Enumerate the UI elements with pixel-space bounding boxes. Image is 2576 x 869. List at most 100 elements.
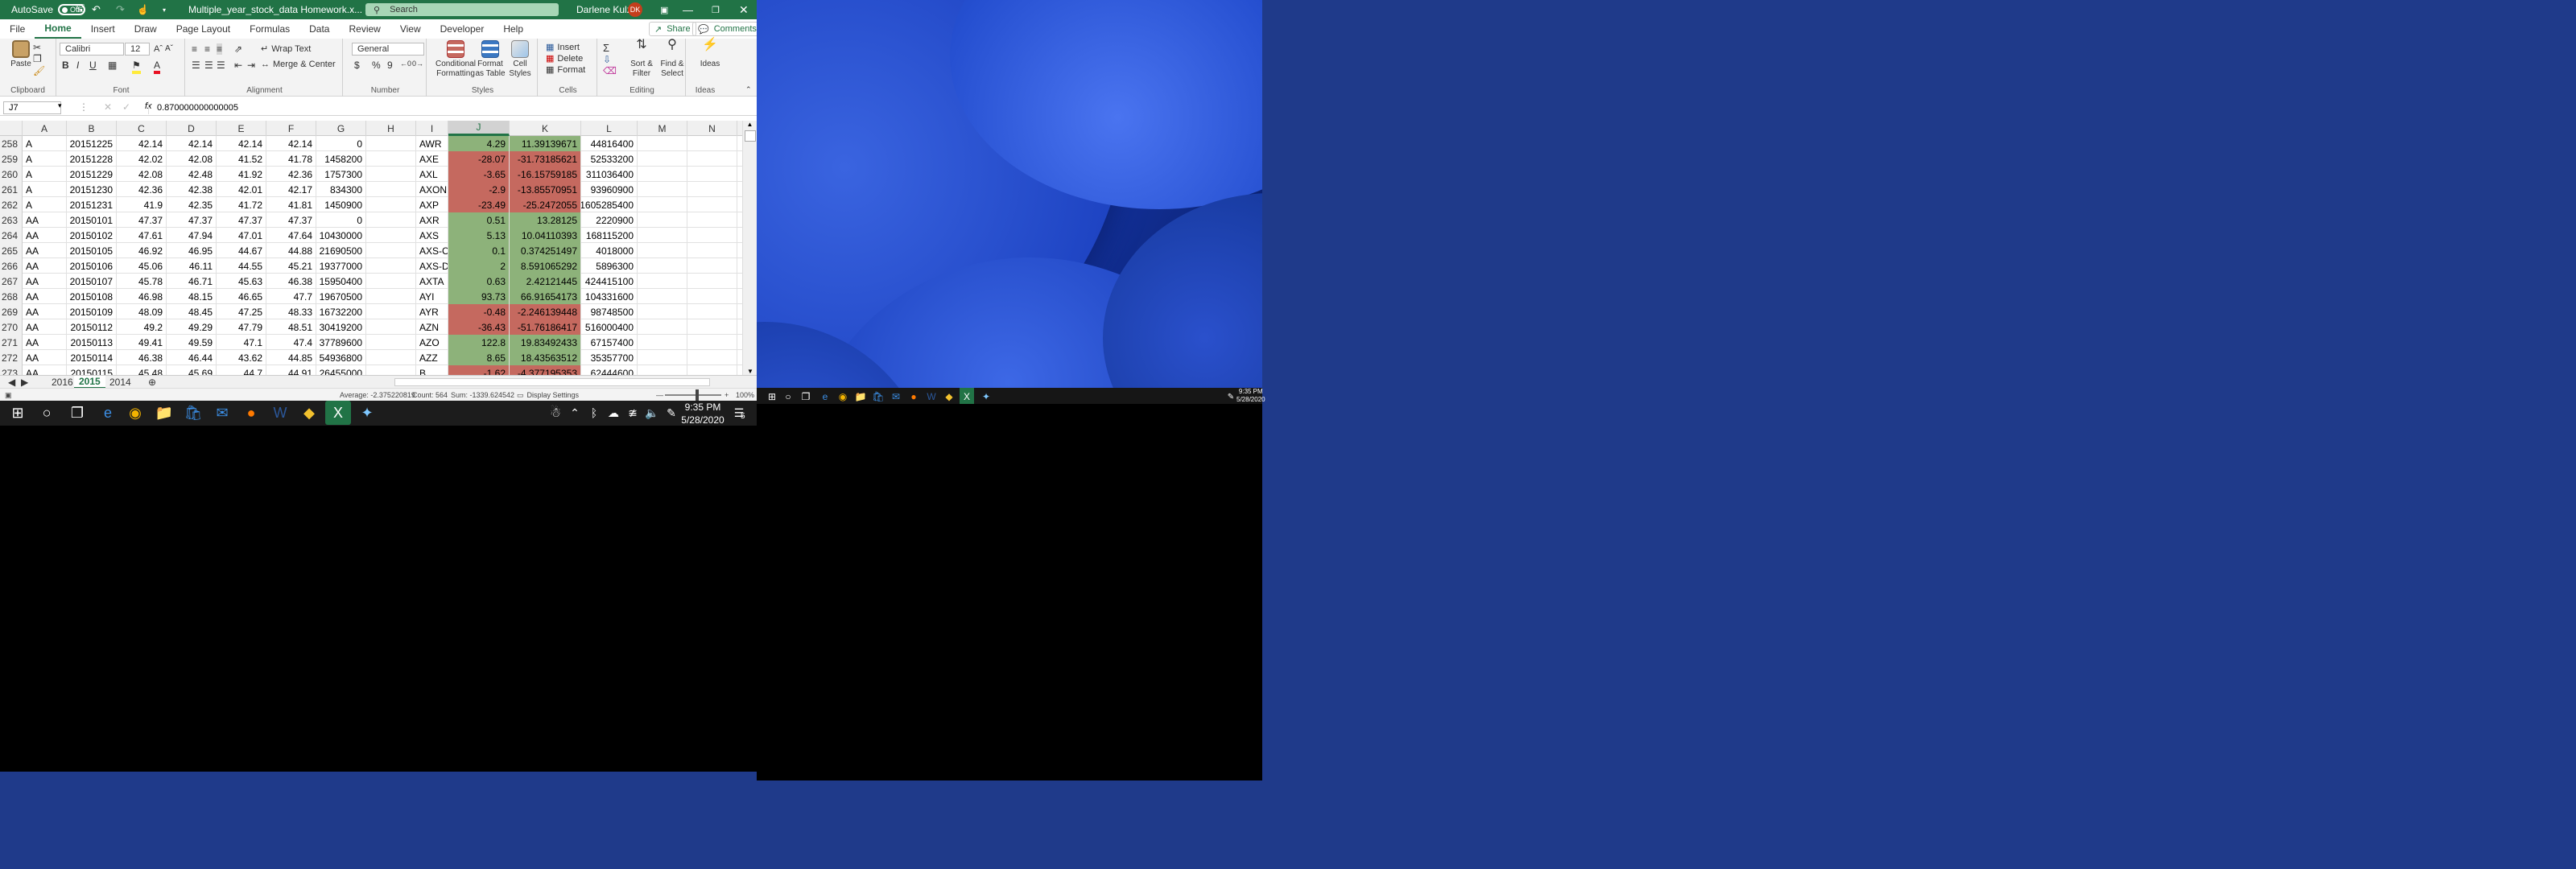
cell-j[interactable]: 122.8 [448, 335, 510, 350]
cell-d[interactable]: 46.95 [167, 243, 217, 258]
cell-d[interactable]: 48.15 [167, 289, 217, 304]
cell-i[interactable]: B [416, 365, 448, 375]
cell-i[interactable]: AXL [416, 167, 448, 182]
align-left-icon[interactable]: ☰ [192, 60, 200, 71]
column-header-h[interactable]: H [366, 121, 416, 136]
cell-b[interactable]: 20150114 [67, 350, 117, 365]
worksheet-grid[interactable]: ABCDEFGHIJKLMN 258 A 20151225 42.14 42.14 42.… [0, 121, 742, 375]
cell-k[interactable]: -16.15759185 [510, 167, 581, 182]
column-header-a[interactable]: A [23, 121, 67, 136]
cell-f[interactable]: 44.88 [266, 243, 316, 258]
cell-g[interactable]: 30419200 [316, 319, 366, 335]
increase-indent-icon[interactable]: ⇥ [247, 60, 255, 71]
cut-icon[interactable]: ✂ [33, 42, 41, 53]
cell-c[interactable]: 47.37 [117, 212, 167, 228]
decrease-indent-icon[interactable]: ⇤ [234, 60, 242, 71]
cell-h[interactable] [366, 182, 416, 197]
row-header[interactable]: 272 [0, 350, 23, 365]
cell-d[interactable]: 46.11 [167, 258, 217, 274]
cell-e[interactable]: 45.63 [217, 274, 266, 289]
cell-m[interactable] [638, 274, 687, 289]
column-header-d[interactable]: D [167, 121, 217, 136]
store-icon[interactable]: 🛍 [180, 401, 206, 425]
cell-m[interactable] [638, 228, 687, 243]
cell-n[interactable] [687, 151, 737, 167]
align-middle-icon[interactable]: ≡ [204, 43, 210, 55]
row-header[interactable]: 273 [0, 365, 23, 375]
cell-m[interactable] [638, 365, 687, 375]
cell-n[interactable] [687, 136, 737, 151]
cell-f[interactable]: 44.85 [266, 350, 316, 365]
avatar[interactable]: DK [628, 2, 642, 17]
cell-b[interactable]: 20151225 [67, 136, 117, 151]
cell-k[interactable]: 66.91654173 [510, 289, 581, 304]
vertical-scrollbar[interactable]: ▲ ▼ [742, 121, 757, 375]
close-icon[interactable]: ✕ [739, 0, 749, 19]
cell-k[interactable]: 2.42121445 [510, 274, 581, 289]
cell-c[interactable]: 42.02 [117, 151, 167, 167]
cell-h[interactable] [366, 136, 416, 151]
tab-data[interactable]: Data [299, 19, 339, 39]
cell-b[interactable]: 20151228 [67, 151, 117, 167]
cell-e[interactable]: 47.01 [217, 228, 266, 243]
comma-button[interactable]: 9 [387, 60, 393, 71]
cell-a[interactable]: AA [23, 289, 67, 304]
row-header[interactable]: 264 [0, 228, 23, 243]
font-name-dropdown[interactable]: Calibri [60, 43, 124, 56]
align-right-icon[interactable]: ☰ [217, 60, 225, 71]
tab-formulas[interactable]: Formulas [240, 19, 299, 39]
comments-button[interactable]: 💬 Comments [692, 22, 762, 36]
zoom-thumb[interactable] [696, 389, 699, 401]
cell-m[interactable] [638, 319, 687, 335]
zoom-in-icon[interactable]: + [724, 389, 729, 402]
customize-toolbar-icon[interactable]: ▾ [163, 0, 166, 19]
cell-m[interactable] [638, 136, 687, 151]
cell-k[interactable]: 19.83492433 [510, 335, 581, 350]
cell-a[interactable]: AA [23, 335, 67, 350]
task-view-icon[interactable]: ❐ [64, 401, 90, 425]
cell-a[interactable]: A [23, 182, 67, 197]
store-icon[interactable]: 🛍 [871, 388, 886, 406]
cell-j[interactable]: 2 [448, 258, 510, 274]
tab-view[interactable]: View [390, 19, 431, 39]
row-header[interactable]: 263 [0, 212, 23, 228]
currency-button[interactable]: $ [354, 60, 360, 71]
tab-developer[interactable]: Developer [431, 19, 494, 39]
cell-e[interactable]: 47.37 [217, 212, 266, 228]
format-painter-icon[interactable]: 🖌 [33, 65, 45, 76]
cell-h[interactable] [366, 350, 416, 365]
gitkraken-icon[interactable]: ◆ [942, 388, 956, 406]
row-header[interactable]: 261 [0, 182, 23, 197]
redo-icon[interactable]: ↷ [116, 0, 125, 19]
ideas-button[interactable]: ⚡ Ideas [691, 39, 729, 69]
cell-d[interactable]: 45.69 [167, 365, 217, 375]
cell-m[interactable] [638, 335, 687, 350]
tab-draw[interactable]: Draw [125, 19, 167, 39]
cell-n[interactable] [687, 350, 737, 365]
cell-e[interactable]: 47.1 [217, 335, 266, 350]
cell-f[interactable]: 44.91 [266, 365, 316, 375]
cell-h[interactable] [366, 197, 416, 212]
column-header-e[interactable]: E [217, 121, 266, 136]
scroll-up-icon[interactable]: ▲ [743, 121, 757, 128]
task-view-icon[interactable]: ❐ [799, 388, 813, 406]
slack-icon[interactable]: ✦ [979, 388, 993, 406]
cell-i[interactable]: AXS-C [416, 243, 448, 258]
bold-button[interactable]: B [62, 60, 69, 71]
cell-a[interactable]: A [23, 151, 67, 167]
cell-j[interactable]: -36.43 [448, 319, 510, 335]
decrease-decimal-icon[interactable]: 0→ [412, 60, 423, 68]
format-cells-button[interactable]: ▦ Format [546, 64, 585, 76]
horizontal-scrollbar[interactable] [394, 378, 710, 386]
column-header-i[interactable]: I [416, 121, 448, 136]
cell-n[interactable] [687, 319, 737, 335]
column-header-k[interactable]: K [510, 121, 581, 136]
cell-c[interactable]: 42.08 [117, 167, 167, 182]
cell-a[interactable]: A [23, 197, 67, 212]
cell-j[interactable]: 5.13 [448, 228, 510, 243]
fill-color-icon[interactable]: ⚑ [132, 60, 141, 74]
cell-e[interactable]: 42.01 [217, 182, 266, 197]
cell-b[interactable]: 20150102 [67, 228, 117, 243]
cell-m[interactable] [638, 304, 687, 319]
scroll-down-icon[interactable]: ▼ [743, 368, 758, 375]
